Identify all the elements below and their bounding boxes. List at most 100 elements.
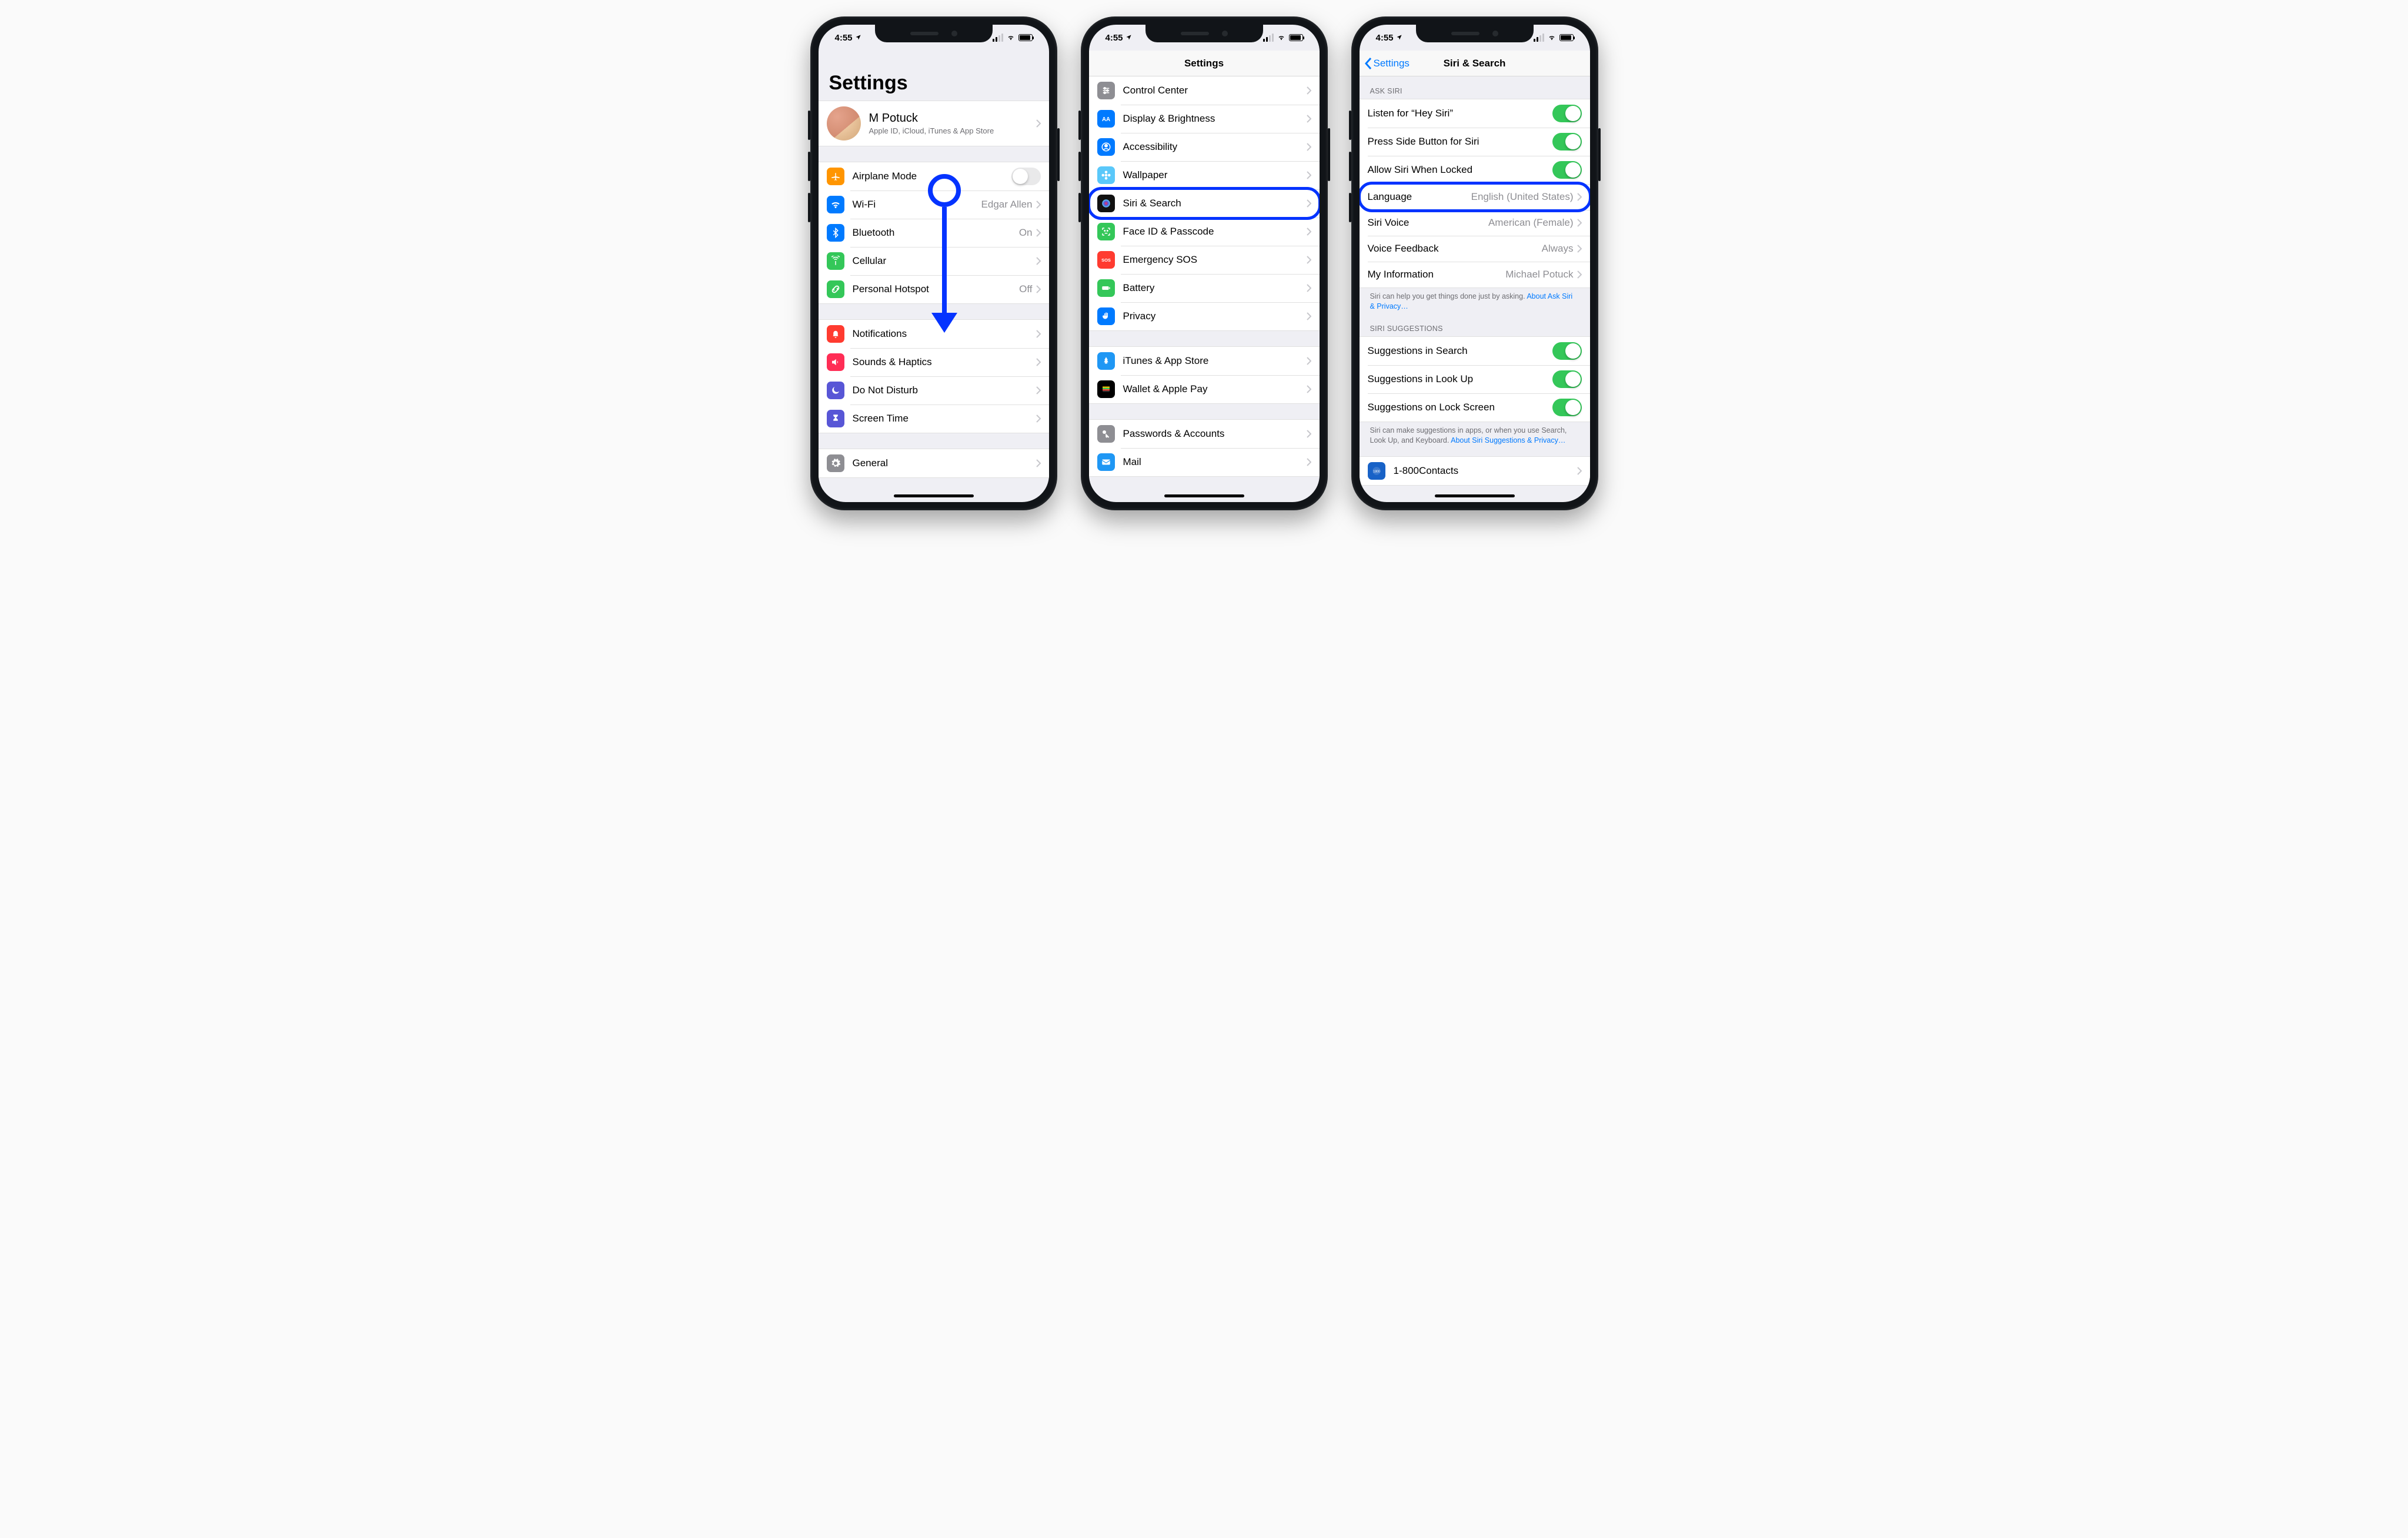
row-label: Wallpaper bbox=[1123, 169, 1307, 181]
profile-row[interactable]: M Potuck Apple ID, iCloud, iTunes & App … bbox=[819, 101, 1049, 146]
home-indicator[interactable] bbox=[1435, 494, 1515, 497]
row-label: Accessibility bbox=[1123, 141, 1307, 153]
row-label: Privacy bbox=[1123, 310, 1307, 322]
mail-icon bbox=[1097, 453, 1115, 471]
navbar: Settings bbox=[1089, 51, 1320, 76]
hey-toggle[interactable] bbox=[1552, 105, 1582, 122]
row-label: Control Center bbox=[1123, 85, 1307, 96]
row-locked[interactable]: Allow Siri When Locked bbox=[1360, 156, 1590, 184]
row-battery[interactable]: Battery bbox=[1089, 274, 1320, 302]
chevron-right-icon bbox=[1307, 228, 1311, 236]
notif-icon bbox=[827, 325, 844, 343]
row-screentime[interactable]: Screen Time bbox=[819, 404, 1049, 433]
row-dnd[interactable]: Do Not Disturb bbox=[819, 376, 1049, 404]
sos-icon: SOS bbox=[1097, 251, 1115, 269]
row-myinfo[interactable]: My InformationMichael Potuck bbox=[1360, 262, 1590, 287]
slookup-toggle[interactable] bbox=[1552, 370, 1582, 388]
wifi-icon bbox=[1006, 34, 1016, 41]
row-wallet[interactable]: Wallet & Apple Pay bbox=[1089, 375, 1320, 403]
phone-frame-3: 4:55 Settings Siri & Search ASK SIRI Lis… bbox=[1351, 16, 1598, 510]
row-ssearch[interactable]: Suggestions in Search bbox=[1360, 337, 1590, 365]
row-label: Sounds & Haptics bbox=[853, 356, 1036, 368]
locked-toggle[interactable] bbox=[1552, 161, 1582, 179]
row-label: Siri Voice bbox=[1368, 217, 1488, 229]
chevron-right-icon bbox=[1577, 467, 1582, 475]
row-label: Wallet & Apple Pay bbox=[1123, 383, 1307, 395]
svg-text:1800: 1800 bbox=[1373, 470, 1380, 473]
row-privacy[interactable]: Privacy bbox=[1089, 302, 1320, 330]
avatar bbox=[827, 106, 861, 141]
row-label: Listen for “Hey Siri” bbox=[1368, 108, 1552, 119]
row-detail: English (United States) bbox=[1471, 191, 1574, 203]
slock-toggle[interactable] bbox=[1552, 399, 1582, 416]
passwords-icon bbox=[1097, 425, 1115, 443]
row-bt[interactable]: BluetoothOn bbox=[819, 219, 1049, 247]
row-label: Screen Time bbox=[853, 413, 1036, 424]
row-wallpaper[interactable]: Wallpaper bbox=[1089, 161, 1320, 189]
wifi-icon bbox=[827, 196, 844, 213]
row-sounds[interactable]: Sounds & Haptics bbox=[819, 348, 1049, 376]
row-wifi[interactable]: Wi-FiEdgar Allen bbox=[819, 190, 1049, 219]
wallpaper-icon bbox=[1097, 166, 1115, 184]
row-feedback[interactable]: Voice FeedbackAlways bbox=[1360, 236, 1590, 262]
row-access[interactable]: Accessibility bbox=[1089, 133, 1320, 161]
row-slookup[interactable]: Suggestions in Look Up bbox=[1360, 365, 1590, 393]
back-button[interactable]: Settings bbox=[1364, 51, 1410, 76]
chevron-right-icon bbox=[1036, 285, 1041, 293]
row-hotspot[interactable]: Personal HotspotOff bbox=[819, 275, 1049, 303]
navbar: Settings Siri & Search bbox=[1360, 51, 1590, 76]
home-indicator[interactable] bbox=[1164, 494, 1244, 497]
row-itunes[interactable]: iTunes & App Store bbox=[1089, 347, 1320, 375]
row-contacts[interactable]: 18001-800Contacts bbox=[1360, 457, 1590, 485]
row-lang[interactable]: LanguageEnglish (United States) bbox=[1360, 184, 1590, 210]
bt-icon bbox=[827, 224, 844, 242]
row-label: Bluetooth bbox=[853, 227, 1019, 239]
chevron-right-icon bbox=[1307, 115, 1311, 123]
side-toggle[interactable] bbox=[1552, 133, 1582, 151]
hotspot-icon bbox=[827, 280, 844, 298]
row-side[interactable]: Press Side Button for Siri bbox=[1360, 128, 1590, 156]
about-siri-suggestions-link[interactable]: About Siri Suggestions & Privacy… bbox=[1451, 436, 1565, 444]
row-faceid[interactable]: Face ID & Passcode bbox=[1089, 218, 1320, 246]
signal-icon bbox=[993, 34, 1003, 42]
display-icon: AA bbox=[1097, 110, 1115, 128]
row-voice[interactable]: Siri VoiceAmerican (Female) bbox=[1360, 210, 1590, 236]
row-cc[interactable]: Control Center bbox=[1089, 76, 1320, 105]
row-cell[interactable]: Cellular bbox=[819, 247, 1049, 275]
row-detail: Edgar Allen bbox=[981, 199, 1033, 210]
row-display[interactable]: AADisplay & Brightness bbox=[1089, 105, 1320, 133]
faceid-icon bbox=[1097, 223, 1115, 240]
row-general[interactable]: General bbox=[819, 449, 1049, 477]
ssearch-toggle[interactable] bbox=[1552, 342, 1582, 360]
chevron-right-icon bbox=[1307, 385, 1311, 393]
row-slock[interactable]: Suggestions on Lock Screen bbox=[1360, 393, 1590, 422]
row-detail: Michael Potuck bbox=[1505, 269, 1573, 280]
row-label: Wi-Fi bbox=[853, 199, 981, 210]
row-label: General bbox=[853, 457, 1036, 469]
airplane-icon bbox=[827, 168, 844, 185]
row-label: Allow Siri When Locked bbox=[1368, 164, 1552, 176]
profile-name: M Potuck bbox=[869, 112, 1036, 125]
row-mail[interactable]: Mail bbox=[1089, 448, 1320, 476]
profile-sub: Apple ID, iCloud, iTunes & App Store bbox=[869, 126, 1036, 135]
chevron-right-icon bbox=[1307, 143, 1311, 151]
row-passwords[interactable]: Passwords & Accounts bbox=[1089, 420, 1320, 448]
chevron-right-icon bbox=[1307, 312, 1311, 320]
row-airplane[interactable]: Airplane Mode bbox=[819, 162, 1049, 190]
chevron-right-icon bbox=[1307, 86, 1311, 95]
row-sos[interactable]: SOSEmergency SOS bbox=[1089, 246, 1320, 274]
row-hey[interactable]: Listen for “Hey Siri” bbox=[1360, 99, 1590, 128]
airplane-toggle[interactable] bbox=[1011, 168, 1041, 185]
nav-title: Siri & Search bbox=[1444, 58, 1506, 69]
row-label: Passwords & Accounts bbox=[1123, 428, 1307, 440]
row-label: Battery bbox=[1123, 282, 1307, 294]
screentime-icon bbox=[827, 410, 844, 427]
home-indicator[interactable] bbox=[894, 494, 974, 497]
nav-title: Settings bbox=[1184, 58, 1224, 69]
chevron-right-icon bbox=[1577, 270, 1582, 279]
row-notif[interactable]: Notifications bbox=[819, 320, 1049, 348]
row-label: Suggestions in Search bbox=[1368, 345, 1552, 357]
svg-text:SOS: SOS bbox=[1101, 258, 1111, 263]
contacts-icon: 1800 bbox=[1368, 462, 1385, 480]
row-siri[interactable]: Siri & Search bbox=[1089, 189, 1320, 218]
